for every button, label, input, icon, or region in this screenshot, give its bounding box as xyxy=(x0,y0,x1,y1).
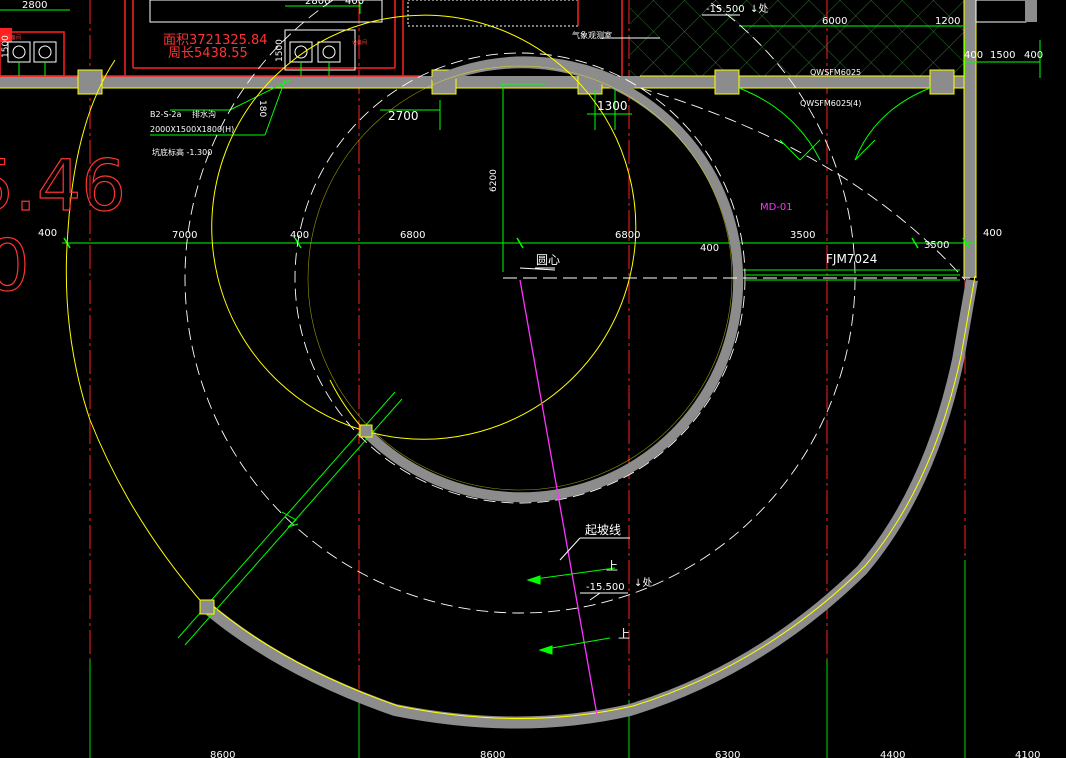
dim-bottom-8600-a: 8600 xyxy=(210,750,235,758)
up-label-1: 上 xyxy=(606,559,618,573)
door-label-3: QWSFM6025 xyxy=(800,99,851,108)
dim-top-left-2: 2800 xyxy=(305,0,330,7)
drain-label: 排水沟 xyxy=(192,109,216,119)
dim-h-400-b: 400 xyxy=(290,230,309,241)
dim-400-a: 400 xyxy=(964,50,983,61)
dim-h-400-a: 400 xyxy=(38,228,57,239)
dim-6000: 6000 xyxy=(822,16,847,27)
elevation-top: -15.500 xyxy=(706,4,745,15)
slope-note: 坑底标高 -1.300 xyxy=(152,147,212,157)
inner-wall xyxy=(361,58,744,503)
outer-wall xyxy=(201,278,978,729)
dim-1300: 1300 xyxy=(597,99,628,113)
outer-wall-edge xyxy=(207,275,976,719)
dim-h-400-d: 400 xyxy=(983,228,1002,239)
door-label-2: QWSFM6025 xyxy=(810,68,861,77)
magenta-tag: MD-01 xyxy=(760,202,793,213)
elevation-mid-suffix: ↓处 xyxy=(634,577,652,589)
inner-wall-outer-arc xyxy=(329,379,366,432)
drain-spec: 2000X1500X1800(H) xyxy=(150,125,234,134)
big-text-2: 0 xyxy=(0,225,30,307)
dim-h-6800-b: 6800 xyxy=(615,230,640,241)
elevation-top-suffix: ↓处 xyxy=(750,3,768,15)
grid-axes xyxy=(89,0,966,758)
big-text-1: 5.46 xyxy=(0,145,126,227)
guide-circles xyxy=(184,0,856,614)
drain-id: B2-S-2a xyxy=(150,110,182,119)
center-label: 圆心 xyxy=(536,253,560,267)
dim-bottom-8600-b: 8600 xyxy=(480,750,505,758)
cad-drawing-canvas[interactable]: 2800 2800 400 面积3721325.84 周长5438.55 5.4… xyxy=(0,0,1066,758)
perimeter-label: 周长5438.55 xyxy=(168,46,248,61)
hatched-area xyxy=(630,0,965,78)
window-label: 气象观测室 xyxy=(572,30,612,40)
dim-bottom-6300: 6300 xyxy=(715,750,740,758)
dim-h-3500-a: 3500 xyxy=(790,230,815,241)
dim-1200: 1200 xyxy=(935,16,960,27)
dim-h-6800-a: 6800 xyxy=(400,230,425,241)
dim-h-7000: 7000 xyxy=(172,230,197,241)
section-break-line xyxy=(177,391,403,646)
outer-yellow-arc xyxy=(65,59,206,607)
elevation-mid: -15.500 xyxy=(586,582,625,593)
dim-vertical-180: 180 xyxy=(257,100,267,117)
start-line-label: 起坡线 xyxy=(585,523,621,537)
dim-h-400-c: 400 xyxy=(700,243,719,254)
door-count: (4) xyxy=(850,99,861,108)
outer-yellow-arc-2 xyxy=(639,87,966,281)
equipment-label-2: 设备间 xyxy=(352,39,367,46)
dim-h-3500-b: 3500 xyxy=(924,240,949,251)
door-label: FJM7024 xyxy=(826,252,877,266)
up-label-2: 上 xyxy=(618,627,630,641)
dim-bottom-4400: 4400 xyxy=(880,750,905,758)
dim-top-left-3: 400 xyxy=(345,0,364,7)
up-arrows xyxy=(526,567,616,655)
leader-lines xyxy=(519,14,740,601)
dim-400-b: 400 xyxy=(1024,50,1043,61)
dim-6200: 6200 xyxy=(489,169,499,192)
dim-top-left-1: 2800 xyxy=(22,0,47,11)
dim-bottom-4100: 4100 xyxy=(1015,750,1040,758)
dim-2700: 2700 xyxy=(388,109,419,123)
dim-vertical-1500-left: 1500 xyxy=(1,35,11,58)
top-wall xyxy=(0,75,975,89)
dim-1500: 1500 xyxy=(990,50,1015,61)
dim-vertical-1500-right: 1500 xyxy=(275,39,285,62)
